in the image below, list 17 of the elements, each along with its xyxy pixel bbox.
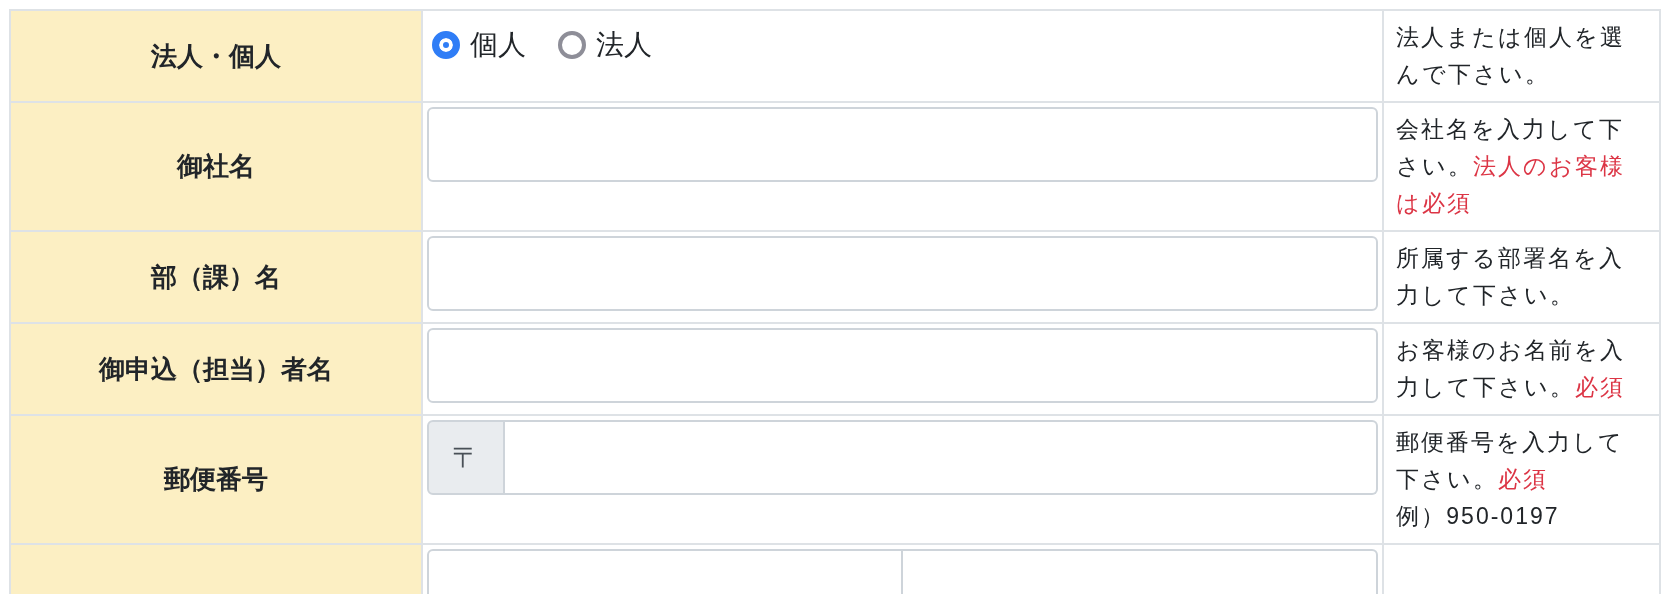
field-label: 御申込（担当）者名 [10,323,423,415]
help-text: 法人または個人を選んで下さい。 [1396,23,1627,89]
field-label: 法人・個人 [10,10,423,102]
field-label: 御社名 [10,102,423,231]
help-text: 郵便番号を入力して下さい。必須 例）950-0197 [1396,428,1626,531]
text-input[interactable] [427,236,1379,311]
help-text: 所属する部署名を入力して下さい。 [1396,244,1626,310]
radio-option[interactable]: 個人 [432,31,527,59]
text-input[interactable] [427,107,1379,182]
postal-mark-addon: 〒 [427,420,506,495]
field-label: 部（課）名 [10,231,423,323]
text-input[interactable] [505,420,1379,495]
text-input[interactable] [427,328,1379,403]
help-text: 会社名を入力して下さい。法人のお客様は必須 [1396,115,1627,218]
radio-option[interactable]: 法人 [558,31,653,59]
field-label: 郵便番号 [10,415,423,544]
help-text: お客様のお名前を入力して下さい。必須 [1396,336,1627,402]
